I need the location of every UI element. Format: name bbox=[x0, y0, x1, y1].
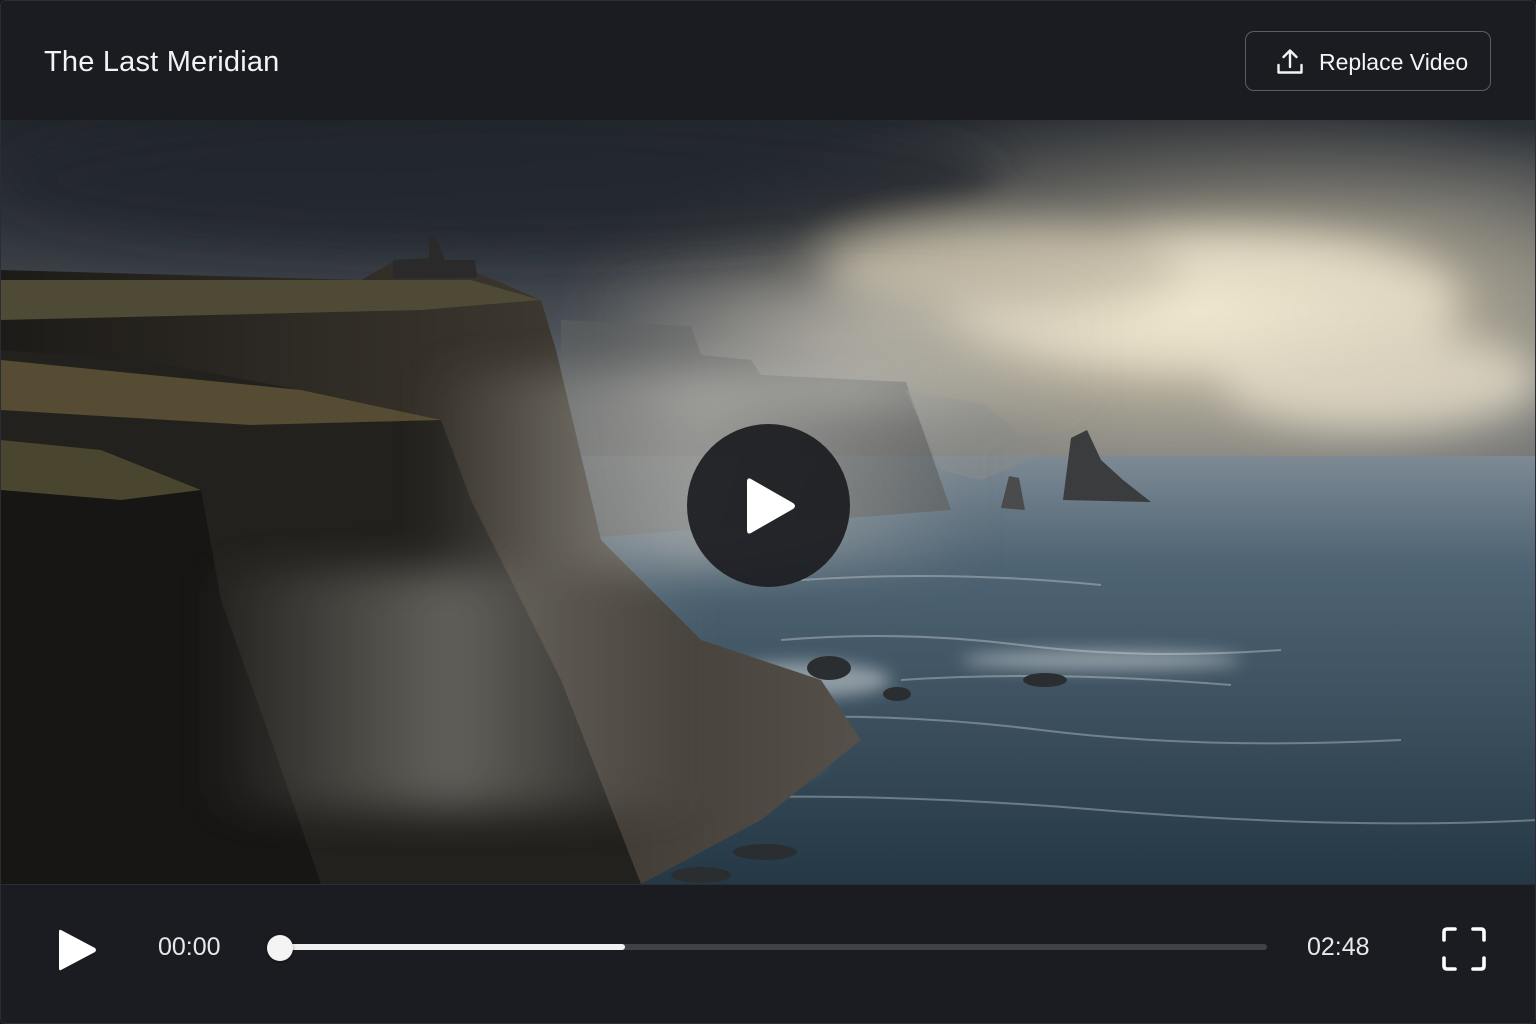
playback-controls: 00:00 02:48 bbox=[1, 884, 1535, 1023]
video-frame[interactable] bbox=[1, 120, 1535, 884]
play-icon[interactable] bbox=[51, 923, 105, 977]
replace-video-label: Replace Video bbox=[1319, 49, 1469, 75]
current-time: 00:00 bbox=[158, 933, 221, 961]
progress-thumb[interactable] bbox=[267, 935, 293, 961]
center-play-button[interactable] bbox=[687, 424, 850, 587]
video-player: The Last Meridian Replace Video 00:00 02… bbox=[0, 0, 1536, 1024]
video-title: The Last Meridian bbox=[44, 46, 280, 78]
total-time: 02:48 bbox=[1307, 933, 1370, 961]
play-icon bbox=[747, 478, 795, 534]
fullscreen-icon[interactable] bbox=[1441, 926, 1487, 972]
progress-buffered bbox=[280, 944, 626, 950]
replace-video-button[interactable]: Replace Video bbox=[1245, 31, 1491, 91]
upload-icon bbox=[1277, 49, 1303, 74]
player-header: The Last Meridian Replace Video bbox=[1, 1, 1535, 120]
progress-bar[interactable] bbox=[267, 935, 1267, 961]
